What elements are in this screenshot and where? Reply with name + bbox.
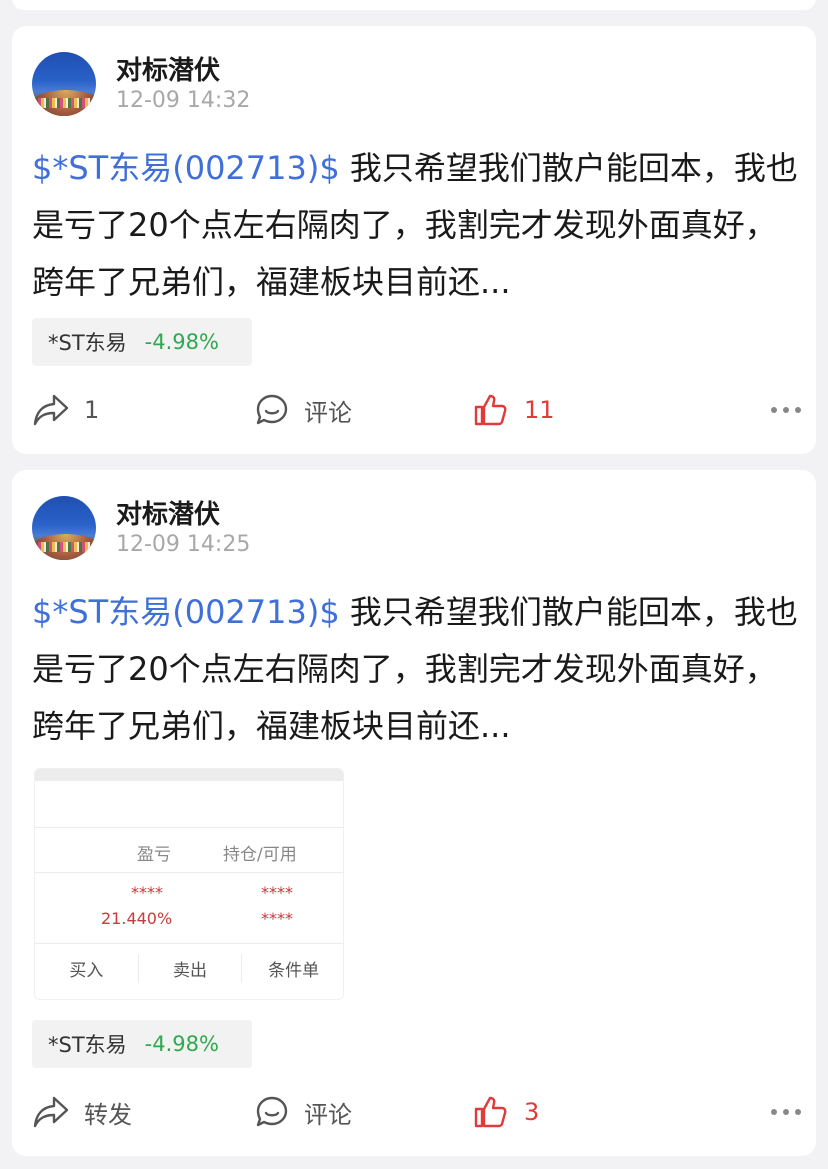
previous-post-card (12, 0, 816, 10)
share-count: 1 (84, 396, 100, 424)
like-icon (474, 1096, 507, 1128)
username[interactable]: 对标潜伏 (116, 494, 220, 531)
username[interactable]: 对标潜伏 (116, 50, 220, 87)
image-col-position: 持仓/可用 (223, 845, 297, 865)
image-table-header: 盈亏 持仓/可用 (35, 827, 343, 873)
comment-label: 评论 (304, 398, 352, 427)
action-bar: 转发 评论 3 (32, 1092, 802, 1132)
avatar[interactable] (32, 496, 96, 560)
share-label: 转发 (84, 1100, 132, 1129)
stock-tag-link[interactable]: $*ST东易(002713)$ (32, 149, 340, 187)
like-icon (474, 394, 507, 426)
like-count: 3 (524, 1098, 540, 1126)
image-button-row: 买入 卖出 条件单 (35, 943, 343, 993)
image-conditional-label: 条件单 (268, 961, 320, 981)
image-buy-label: 买入 (35, 954, 139, 983)
like-count: 11 (524, 396, 555, 424)
image-masked-value: **** (131, 883, 163, 902)
like-button[interactable]: 3 (472, 1092, 539, 1132)
image-masked-value: **** (261, 909, 293, 928)
image-pnl-pct: 21.440% (101, 909, 173, 928)
stock-tag-link[interactable]: $*ST东易(002713)$ (32, 593, 340, 631)
post-time: 12-09 14:25 (116, 532, 251, 557)
image-col-pnl: 盈亏 (137, 845, 171, 865)
more-button[interactable] (770, 390, 802, 430)
more-icon (771, 1109, 801, 1115)
comment-icon (256, 1096, 288, 1127)
comment-button[interactable]: 评论 (254, 390, 352, 430)
comment-icon (256, 394, 288, 425)
like-button[interactable]: 11 (472, 390, 555, 430)
comment-button[interactable]: 评论 (254, 1092, 352, 1132)
share-icon (33, 1096, 69, 1128)
stock-chip-change: -4.98% (144, 1032, 219, 1056)
image-table-row: **** **** 21.440% **** (35, 873, 343, 943)
post-card[interactable]: 对标潜伏 12-09 14:25 $*ST东易(002713)$ 我只希望我们散… (12, 470, 816, 1156)
stock-chip[interactable]: *ST东易 -4.98% (32, 318, 252, 366)
image-sell-label: 卖出 (139, 954, 243, 983)
post-card[interactable]: 对标潜伏 12-09 14:32 $*ST东易(002713)$ 我只希望我们散… (12, 26, 816, 454)
more-button[interactable] (770, 1092, 802, 1132)
share-button[interactable]: 1 (32, 390, 99, 430)
attached-image[interactable]: 盈亏 持仓/可用 **** **** 21.440% **** 买入 卖出 条件… (34, 768, 344, 1000)
stock-chip[interactable]: *ST东易 -4.98% (32, 1020, 252, 1068)
comment-label: 评论 (304, 1100, 352, 1129)
image-masked-value: **** (261, 883, 293, 902)
stock-chip-name: *ST东易 (48, 1033, 127, 1057)
share-icon (33, 394, 69, 426)
image-topbar (35, 769, 343, 781)
action-bar: 1 评论 11 (32, 390, 802, 430)
stock-chip-change: -4.98% (144, 330, 219, 354)
share-button[interactable]: 转发 (32, 1092, 132, 1132)
post-time: 12-09 14:32 (116, 88, 251, 113)
post-body[interactable]: $*ST东易(002713)$ 我只希望我们散户能回本，我也是亏了20个点左右隔… (32, 140, 802, 311)
more-icon (771, 407, 801, 413)
stock-chip-name: *ST东易 (48, 331, 127, 355)
avatar[interactable] (32, 52, 96, 116)
post-body[interactable]: $*ST东易(002713)$ 我只希望我们散户能回本，我也是亏了20个点左右隔… (32, 584, 802, 755)
